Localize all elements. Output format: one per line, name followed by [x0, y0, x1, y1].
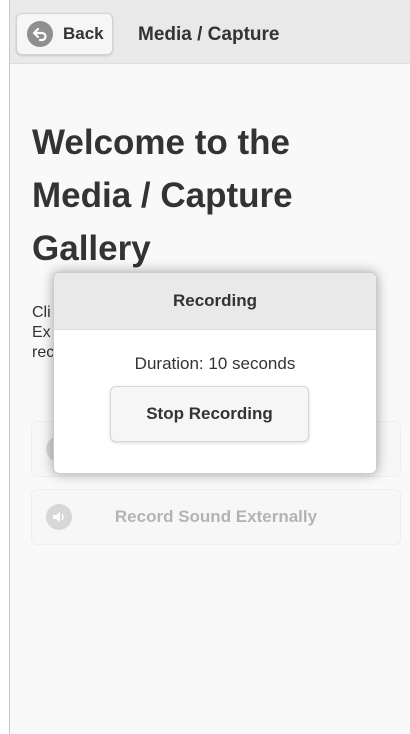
speaker-icon: [46, 504, 72, 530]
back-button-label: Back: [63, 24, 104, 43]
record-sound-externally-button[interactable]: Record Sound Externally: [31, 489, 401, 545]
stop-recording-button[interactable]: Stop Recording: [110, 386, 309, 442]
back-arrow-icon: [27, 21, 53, 47]
page-title: Welcome to the Media / Capture Gallery: [32, 123, 293, 268]
recording-dialog: Recording Duration: 10 seconds Stop Reco…: [53, 272, 377, 474]
header-bar: Back Media / Capture: [10, 0, 410, 64]
duration-text: Duration: 10 seconds: [134, 354, 296, 373]
back-button[interactable]: Back: [16, 13, 113, 55]
dialog-title: Recording: [54, 273, 376, 330]
record-sound-externally-label: Record Sound Externally: [114, 507, 318, 526]
header-title: Media / Capture: [138, 24, 280, 45]
